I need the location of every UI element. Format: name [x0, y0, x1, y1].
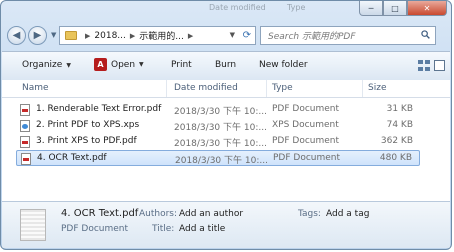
pdf-file-icon: [20, 104, 30, 116]
column-headers: Name Date modified Type Size: [2, 80, 450, 98]
details-pane: 4. OCR Text.pdf PDF Document Authors: Ad…: [2, 201, 450, 248]
file-date: 2018/3/30 下午 10:...: [175, 156, 268, 166]
chevron-down-icon: ▼: [139, 61, 144, 68]
print-button[interactable]: Print: [171, 60, 192, 70]
column-divider[interactable]: [362, 80, 363, 97]
file-size: 480 KB: [379, 153, 412, 163]
pdf-file-icon: [21, 153, 31, 165]
search-icon[interactable]: [421, 30, 430, 39]
file-type: PDF Document: [272, 104, 340, 114]
file-type: PDF Document: [273, 153, 341, 163]
address-bar[interactable]: ▶ 2018... ▶ 示範用的... ▶ ▼ ⟳: [59, 26, 256, 45]
file-size: 74 KB: [386, 120, 413, 130]
file-name: 2. Print PDF to XPS.xps: [36, 120, 140, 130]
file-size: 362 KB: [380, 136, 413, 146]
open-button[interactable]: A Open ▼: [94, 58, 144, 71]
recent-pages-chevron-icon[interactable]: ▼: [51, 31, 56, 39]
address-dropdown-icon[interactable]: ▼: [230, 31, 235, 39]
refresh-icon[interactable]: ⟳: [243, 30, 251, 41]
search-box[interactable]: Search 示範用的PDF: [260, 26, 436, 45]
preview-pane-icon[interactable]: [434, 60, 445, 71]
title-field[interactable]: Add a title: [179, 224, 225, 234]
explorer-window: Date modified Type ─ □ ✕ ◀ ▶ ▼ ▶ 2018...…: [0, 0, 452, 250]
file-row[interactable]: 1. Renderable Text Error.pdf 2018/3/30 下…: [16, 102, 420, 118]
command-bar: Organize ▼ A Open ▼ Print Burn New folde…: [2, 51, 450, 81]
background-window-title: Date modified Type: [201, 1, 361, 27]
file-thumbnail: [20, 209, 46, 241]
column-date-modified[interactable]: Date modified: [174, 83, 238, 93]
print-label: Print: [171, 60, 192, 70]
file-row-selected[interactable]: 4. OCR Text.pdf 2018/3/30 下午 10:... PDF …: [16, 150, 420, 166]
title-label: Title:: [152, 224, 175, 234]
ghost-date-header: Date modified: [209, 3, 266, 12]
details-filename: 4. OCR Text.pdf: [61, 208, 139, 219]
ghost-type-header: Type: [287, 3, 306, 12]
file-date: 2018/3/30 下午 10:...: [174, 139, 267, 149]
file-list: Name Date modified Type Size 1. Renderab…: [2, 80, 450, 201]
authors-field[interactable]: Add an author: [179, 209, 243, 219]
navigation-bar: ◀ ▶ ▼ ▶ 2018... ▶ 示範用的... ▶ ▼ ⟳ Search 示…: [7, 25, 445, 47]
breadcrumb-arrow-icon[interactable]: ▶: [188, 32, 193, 40]
new-folder-button[interactable]: New folder: [259, 60, 308, 70]
authors-label: Authors:: [139, 209, 178, 219]
file-date: 2018/3/30 下午 10:...: [174, 107, 267, 117]
tags-label: Tags:: [298, 209, 321, 219]
file-type: PDF Document: [272, 136, 340, 146]
details-filetype: PDF Document: [61, 224, 129, 234]
file-name: 3. Print XPS to PDF.pdf: [36, 136, 137, 146]
breadcrumb-segment-2[interactable]: 示範用的...: [139, 29, 184, 42]
forward-button[interactable]: ▶: [28, 26, 47, 45]
chevron-down-icon: ▼: [66, 61, 71, 69]
file-size: 31 KB: [386, 104, 413, 114]
file-row[interactable]: 2. Print PDF to XPS.xps 2018/3/30 下午 10:…: [16, 118, 420, 134]
open-label: Open: [111, 59, 136, 70]
back-button[interactable]: ◀: [7, 26, 26, 45]
new-folder-label: New folder: [259, 60, 308, 70]
caption-buttons: ─ □ ✕: [359, 1, 447, 17]
folder-icon: [65, 31, 77, 40]
close-button[interactable]: ✕: [407, 1, 447, 16]
burn-label: Burn: [215, 60, 237, 70]
breadcrumb-segment-1[interactable]: 2018...: [94, 31, 126, 41]
file-row[interactable]: 3. Print XPS to PDF.pdf 2018/3/30 下午 10:…: [16, 134, 420, 150]
acrobat-icon: A: [94, 58, 107, 71]
column-divider[interactable]: [266, 80, 267, 97]
breadcrumb-arrow-icon[interactable]: ▶: [130, 32, 135, 40]
file-type: XPS Document: [272, 120, 339, 130]
organize-button[interactable]: Organize ▼: [22, 60, 71, 70]
file-name: 1. Renderable Text Error.pdf: [36, 104, 162, 114]
file-date: 2018/3/30 下午 10:...: [174, 123, 267, 133]
column-size[interactable]: Size: [368, 83, 386, 93]
breadcrumb-arrow-icon[interactable]: ▶: [85, 32, 90, 40]
column-type[interactable]: Type: [272, 83, 293, 93]
burn-button[interactable]: Burn: [215, 60, 236, 70]
search-placeholder: Search 示範用的PDF: [268, 32, 356, 42]
column-divider[interactable]: [166, 80, 167, 97]
minimize-button[interactable]: ─: [359, 1, 383, 16]
tags-field[interactable]: Add a tag: [326, 209, 369, 219]
maximize-button[interactable]: □: [383, 1, 407, 16]
column-name[interactable]: Name: [22, 83, 49, 93]
organize-label: Organize: [22, 60, 63, 70]
change-view-icon[interactable]: [418, 60, 430, 71]
file-name: 4. OCR Text.pdf: [37, 153, 107, 163]
pdf-file-icon: [20, 136, 30, 148]
xps-file-icon: [20, 120, 30, 132]
